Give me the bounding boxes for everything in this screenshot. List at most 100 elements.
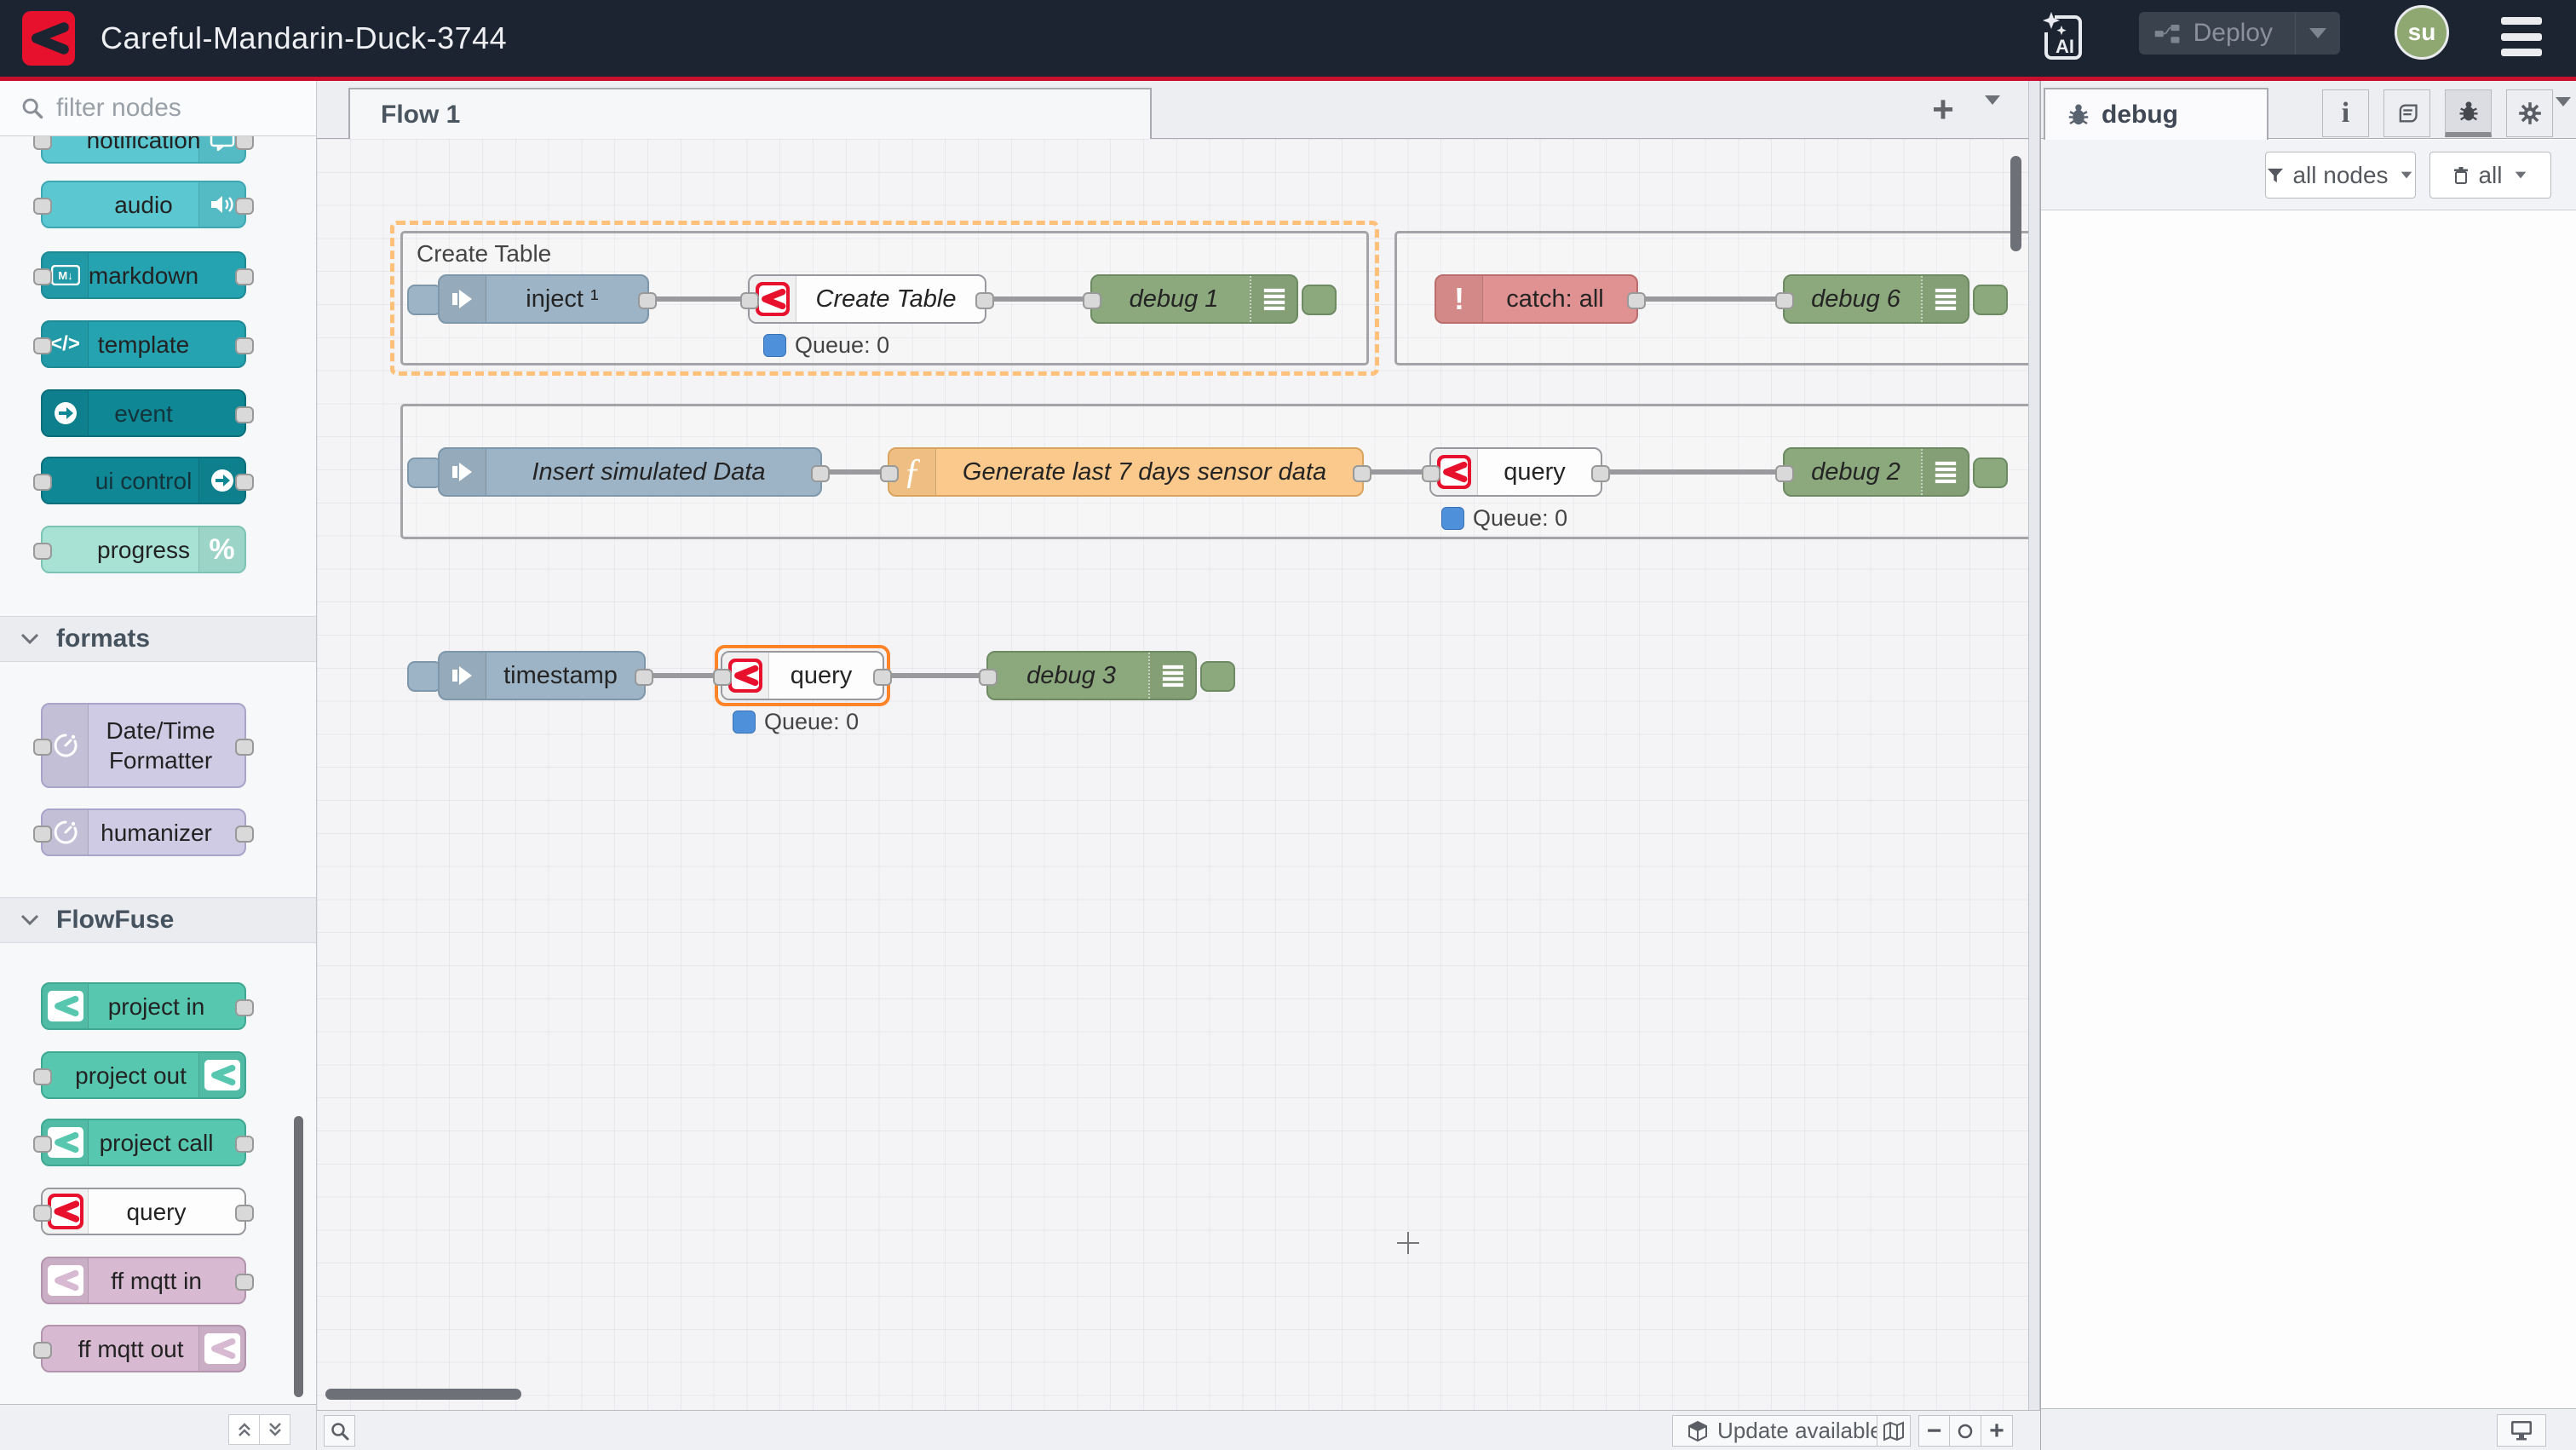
zoom-out-button[interactable]: − — [1918, 1415, 1950, 1447]
debug-clear-button[interactable]: all — [2429, 152, 2551, 199]
output-port[interactable] — [638, 292, 657, 309]
inject-button[interactable] — [407, 285, 442, 315]
palette-section-formats[interactable]: formats — [0, 616, 316, 662]
palette-node-progress[interactable]: progress % — [41, 526, 246, 573]
wire[interactable] — [642, 673, 724, 678]
output-port[interactable] — [975, 292, 994, 309]
deploy-button[interactable]: Deploy — [2139, 12, 2340, 55]
caret-down-icon — [2556, 97, 2571, 121]
palette-node-ff-mqtt-in[interactable]: ff mqtt in — [41, 1257, 246, 1304]
input-port[interactable] — [1775, 465, 1794, 482]
output-port[interactable] — [811, 465, 830, 482]
input-port[interactable] — [1775, 292, 1794, 309]
open-dashboard-button[interactable] — [2497, 1414, 2546, 1447]
minimap-toggle-button[interactable] — [1877, 1415, 1911, 1447]
sidebar-tab-help[interactable] — [2383, 89, 2430, 137]
flow-canvas[interactable]: Create Table inject ¹ Create Table — [317, 139, 2028, 1410]
output-port[interactable] — [873, 669, 892, 686]
main-menu-button[interactable] — [2501, 17, 2542, 56]
node-generate-sensor-data[interactable]: ƒ Generate last 7 days sensor data — [888, 447, 1364, 497]
inject-button[interactable] — [407, 457, 442, 488]
node-create-table[interactable]: Create Table — [748, 274, 986, 324]
palette-scroll-area[interactable]: notification audio M↓ markdown — [0, 136, 316, 1404]
sidebar-splitter[interactable] — [2028, 81, 2040, 1450]
double-chevron-up-icon — [236, 1421, 253, 1438]
sidebar-tab-info[interactable]: i — [2322, 89, 2369, 137]
node-debug6[interactable]: debug 6 — [1783, 274, 1969, 324]
debug-toggle-button[interactable] — [1973, 285, 2008, 315]
canvas-horizontal-scrollbar[interactable] — [325, 1389, 521, 1400]
flowfuse-logo[interactable] — [22, 11, 75, 66]
palette-node-project-out[interactable]: project out — [41, 1051, 246, 1099]
debug-toggle-button[interactable] — [1973, 457, 2008, 488]
input-port[interactable] — [880, 465, 899, 482]
sidebar-tab-config[interactable] — [2506, 89, 2553, 137]
palette-collapse-all-button[interactable] — [228, 1414, 260, 1445]
node-query2[interactable]: query — [1429, 447, 1602, 497]
palette-node-humanizer[interactable]: humanizer — [41, 808, 246, 856]
palette-node-ui-control[interactable]: ui control — [41, 457, 246, 504]
node-catch-all[interactable]: ! catch: all — [1435, 274, 1638, 324]
output-port[interactable] — [1627, 292, 1646, 309]
wire[interactable] — [1636, 296, 1785, 302]
input-port[interactable] — [1083, 292, 1101, 309]
node-debug2[interactable]: debug 2 — [1783, 447, 1969, 497]
add-flow-button[interactable]: + — [1922, 89, 1964, 130]
caret-down-icon — [2515, 172, 2526, 179]
palette-expand-all-button[interactable] — [259, 1414, 290, 1445]
sidebar-tab-debug-button[interactable] — [2445, 89, 2492, 137]
caret-down-icon — [1985, 95, 2000, 119]
palette-node-query[interactable]: query — [41, 1188, 246, 1235]
filter-nodes-input[interactable] — [56, 94, 295, 123]
user-avatar[interactable]: su — [2395, 5, 2449, 60]
sidebar-tab-debug[interactable]: debug — [2044, 88, 2268, 140]
update-available-button[interactable]: Update available — [1672, 1415, 1897, 1447]
node-timestamp[interactable]: timestamp — [438, 651, 646, 700]
input-port[interactable] — [979, 669, 998, 686]
palette-node-audio[interactable]: audio — [41, 181, 246, 228]
canvas-vertical-scrollbar[interactable] — [2010, 156, 2021, 251]
debug-toggle-button[interactable] — [1302, 285, 1337, 315]
output-port[interactable] — [1353, 465, 1371, 482]
wire[interactable] — [1598, 469, 1785, 475]
sidebar-more-tabs-button[interactable] — [2556, 106, 2571, 122]
palette-node-ff-mqtt-out[interactable]: ff mqtt out — [41, 1325, 246, 1372]
canvas-search-button[interactable] — [324, 1415, 355, 1447]
debug-list-icon — [1921, 449, 1968, 495]
palette-node-template[interactable]: </> template — [41, 320, 246, 368]
palette-node-project-call[interactable]: project call — [41, 1119, 246, 1166]
tab-flow-1[interactable]: Flow 1 — [348, 88, 1152, 140]
deploy-options-caret[interactable] — [2295, 12, 2340, 55]
queue-status-badge: Queue: 0 — [733, 709, 859, 735]
debug-messages-panel[interactable] — [2041, 210, 2576, 1408]
input-port[interactable] — [740, 292, 759, 309]
event-arrow-icon — [43, 391, 89, 435]
output-port[interactable] — [635, 669, 653, 686]
node-inject1[interactable]: inject ¹ — [438, 274, 649, 324]
node-debug1[interactable]: debug 1 — [1090, 274, 1298, 324]
zoom-in-button[interactable]: + — [1981, 1415, 2013, 1447]
output-port[interactable] — [1591, 465, 1610, 482]
palette-scrollbar[interactable] — [294, 1116, 303, 1397]
palette-node-datetime-formatter[interactable]: Date/Time Formatter — [41, 703, 246, 788]
node-query3-selected[interactable]: query — [721, 651, 884, 700]
flow-list-button[interactable] — [1985, 105, 2000, 120]
debug-filter-button[interactable]: all nodes — [2265, 152, 2416, 199]
palette-node-project-in[interactable]: project in — [41, 982, 246, 1030]
palette-section-flowfuse[interactable]: FlowFuse — [0, 897, 316, 943]
flowfuse-node-icon — [43, 984, 89, 1028]
inject-button[interactable] — [407, 661, 442, 692]
wire[interactable] — [881, 673, 990, 678]
search-icon — [20, 96, 44, 120]
zoom-reset-button[interactable] — [1950, 1415, 1981, 1447]
palette-search[interactable] — [0, 81, 316, 136]
ai-assistant-button[interactable]: AI — [2038, 10, 2089, 66]
input-port[interactable] — [1422, 465, 1440, 482]
palette-node-notification[interactable]: notification — [41, 136, 246, 164]
node-insert-simulated-data[interactable]: Insert simulated Data — [438, 447, 822, 497]
palette-node-event[interactable]: event — [41, 389, 246, 437]
node-debug3[interactable]: debug 3 — [986, 651, 1197, 700]
input-port[interactable] — [713, 669, 732, 686]
debug-toggle-button[interactable] — [1200, 661, 1235, 692]
palette-node-markdown[interactable]: M↓ markdown — [41, 251, 246, 299]
